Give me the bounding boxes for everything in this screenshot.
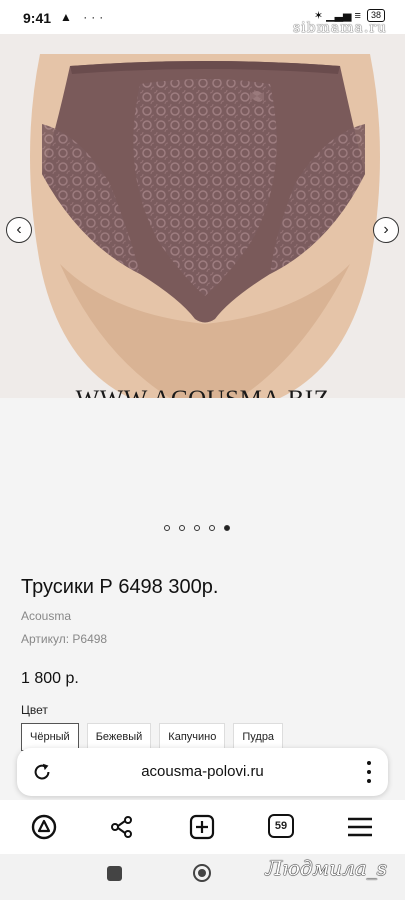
- tabs-count-button[interactable]: 59: [268, 814, 294, 838]
- notification-icons: ▲ ···: [60, 10, 108, 24]
- address-bar[interactable]: acousma-polovi.ru: [17, 748, 388, 796]
- alice-assistant-icon[interactable]: [30, 813, 58, 841]
- color-option-black[interactable]: Чёрный: [21, 723, 79, 751]
- chevron-right-icon: ›: [383, 221, 389, 238]
- product-sku: Артикул: Р6498: [21, 632, 108, 646]
- home-icon[interactable]: [193, 864, 211, 882]
- carousel-dots: [164, 525, 230, 531]
- hamburger-menu-icon[interactable]: [346, 813, 374, 841]
- more-menu-icon[interactable]: [364, 761, 374, 783]
- product-brand[interactable]: Acousma: [21, 609, 71, 623]
- color-option-cappuccino[interactable]: Капучино: [159, 723, 226, 751]
- product-title: Трусики Р 6498 300р.: [21, 576, 219, 598]
- carousel-next-button[interactable]: ›: [373, 217, 399, 243]
- recent-apps-icon[interactable]: [107, 866, 122, 881]
- color-options: Чёрный Бежевый Капучино Пудра: [21, 723, 284, 751]
- color-label: Цвет: [21, 703, 48, 717]
- color-option-beige[interactable]: Бежевый: [86, 723, 152, 751]
- new-tab-icon[interactable]: [188, 813, 216, 841]
- chevron-left-icon: ‹: [16, 221, 22, 238]
- product-photo: [0, 34, 405, 398]
- url-text[interactable]: acousma-polovi.ru: [17, 763, 388, 780]
- carousel-dot[interactable]: [164, 525, 170, 531]
- color-option-powder[interactable]: Пудра: [233, 723, 284, 751]
- carousel-dot[interactable]: [194, 525, 200, 531]
- carousel-dot[interactable]: [179, 525, 185, 531]
- carousel-dot[interactable]: [209, 525, 215, 531]
- product-price: 1 800 р.: [21, 670, 79, 687]
- site-watermark: WWW.ACOUSMA.BIZ: [0, 386, 405, 398]
- status-time: 9:41: [23, 10, 52, 26]
- browser-toolbar: [0, 800, 405, 854]
- product-image[interactable]: WWW.ACOUSMA.BIZ ‹ ›: [0, 34, 405, 398]
- watermark-sibmama: sibmama.ru: [292, 20, 387, 36]
- carousel-dot-active[interactable]: [224, 525, 230, 531]
- carousel-prev-button[interactable]: ‹: [6, 217, 32, 243]
- signature-watermark: Людмила_s: [265, 856, 387, 880]
- share-icon[interactable]: [108, 813, 136, 841]
